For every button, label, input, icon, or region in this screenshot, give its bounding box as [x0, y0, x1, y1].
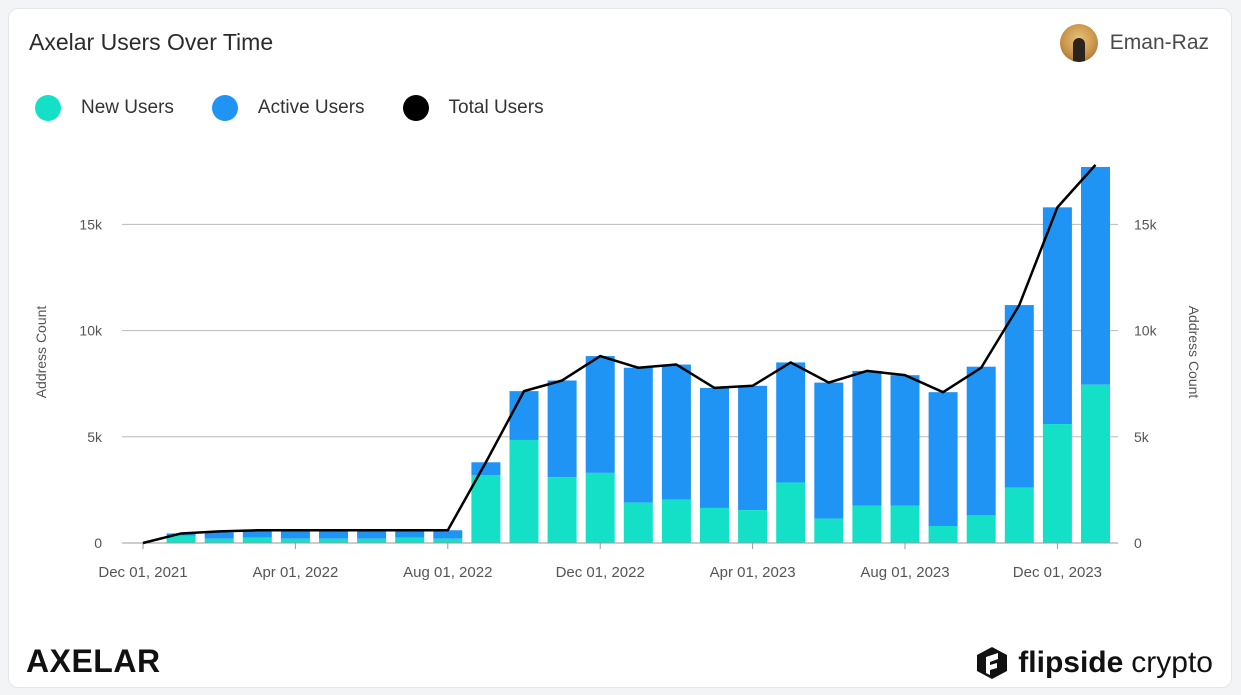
bar-active-users	[319, 530, 348, 539]
x-tick-label: Aug 01, 2022	[403, 564, 492, 581]
bar-new-users	[928, 526, 958, 543]
bar-active-users	[509, 391, 539, 440]
bar-new-users	[1042, 424, 1072, 543]
bar-active-users	[966, 366, 996, 516]
y-tick-label-left: 10k	[79, 323, 103, 339]
bar-active-users	[890, 375, 920, 506]
bar-active-users	[928, 392, 958, 527]
bar-new-users	[319, 538, 348, 543]
bar-new-users	[471, 475, 501, 543]
bar-active-users	[1004, 305, 1034, 488]
bar-active-users	[204, 532, 234, 539]
bar-new-users	[585, 472, 615, 543]
bar-active-users	[776, 362, 806, 483]
bar-active-users	[1081, 166, 1110, 385]
y-tick-label-right: 10k	[1134, 323, 1158, 339]
bar-new-users	[509, 439, 539, 543]
y-axis-title-left: Address Count	[33, 306, 49, 399]
x-tick-label: Dec 01, 2023	[1013, 564, 1102, 581]
chart-plot: 0 0 5k 5k 10k 10k 15k 15k Address Count Address C…	[33, 164, 1202, 581]
bar-new-users	[700, 507, 729, 543]
y-tick-label-left: 5k	[87, 429, 103, 445]
x-tick-label: Apr 01, 2023	[710, 564, 796, 581]
y-axis-title-right: Address Count	[1186, 306, 1202, 399]
bar-active-users	[357, 530, 387, 539]
bar-new-users	[1081, 384, 1110, 543]
bar-active-users	[852, 370, 882, 506]
y-tick-label-left: 0	[94, 535, 102, 551]
x-tick-label: Dec 01, 2022	[556, 564, 645, 581]
bar-new-users	[776, 482, 806, 543]
bar-new-users	[433, 538, 463, 543]
bar-new-users	[623, 502, 653, 543]
bar-active-users	[623, 367, 653, 503]
bar-active-users	[814, 382, 844, 519]
y-tick-label-left: 15k	[79, 216, 103, 232]
y-tick-label-right: 15k	[1134, 216, 1158, 232]
bar-new-users	[738, 510, 768, 543]
bar-active-users	[1042, 207, 1072, 425]
bar-active-users	[700, 387, 729, 508]
bar-new-users	[395, 537, 425, 543]
bar-new-users	[204, 538, 234, 543]
x-tick-label: Aug 01, 2023	[860, 564, 949, 581]
y-tick-label-right: 5k	[1134, 429, 1150, 445]
bar-active-users	[280, 530, 310, 539]
x-tick-label: Dec 01, 2021	[98, 564, 187, 581]
bar-active-users	[547, 380, 577, 478]
bar-new-users	[814, 518, 844, 543]
x-tick-label: Apr 01, 2022	[252, 564, 338, 581]
bar-active-users	[661, 364, 691, 500]
bar-new-users	[280, 538, 310, 543]
bar-active-users	[738, 385, 768, 511]
bar-new-users	[661, 499, 691, 543]
bar-active-users	[433, 530, 463, 539]
y-tick-label-right: 0	[1134, 535, 1142, 551]
bar-new-users	[547, 477, 577, 543]
bar-new-users	[1004, 487, 1034, 543]
bar-new-users	[242, 537, 272, 543]
bar-active-users	[585, 356, 615, 473]
bar-new-users	[890, 505, 920, 543]
bar-new-users	[966, 515, 996, 543]
bar-new-users	[357, 538, 387, 543]
bar-new-users	[852, 505, 882, 543]
